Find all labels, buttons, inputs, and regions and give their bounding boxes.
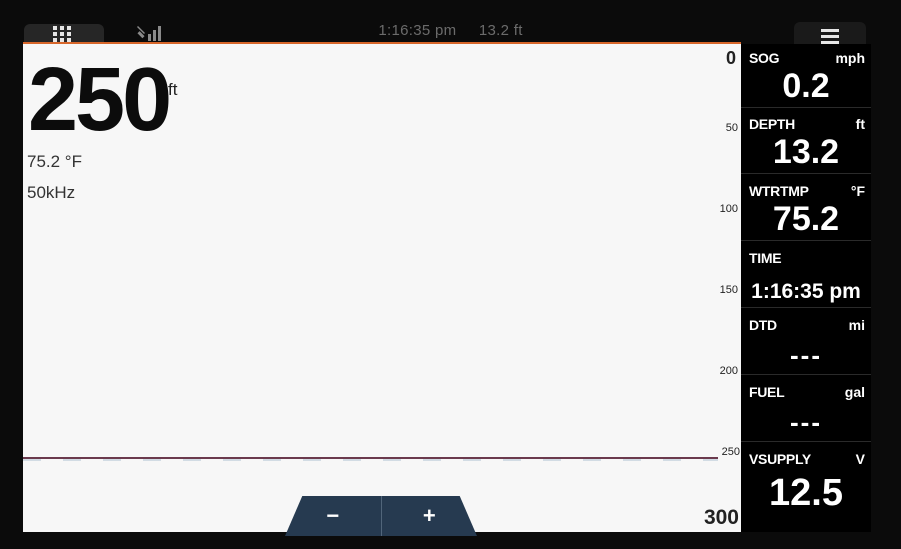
sonar-frequency: 50kHz: [27, 183, 76, 202]
cell-label: FUEL: [749, 384, 785, 400]
data-cell-fuel[interactable]: FUEL gal ---: [741, 378, 871, 442]
cell-value: ---: [790, 340, 822, 370]
data-cell-water-temp[interactable]: WTRTMP °F 75.2: [741, 177, 871, 241]
water-temperature: 75.2 °F: [27, 152, 82, 171]
data-cell-time[interactable]: TIME 1:16:35 pm: [741, 244, 871, 308]
status-time: 1:16:35 pm: [378, 22, 457, 39]
cell-value: 75.2: [772, 200, 840, 238]
hamburger-menu-icon: [821, 29, 839, 44]
data-cell-sog[interactable]: SOG mph 0.2: [741, 44, 871, 108]
cell-value: 12.5: [769, 472, 843, 514]
status-depth: 13.2 ft: [478, 22, 523, 39]
cell-value: 0.2: [782, 67, 830, 105]
cell-value: 13.2: [772, 133, 840, 171]
depth-scale-tick: 100: [719, 203, 738, 215]
depth-scale-tick: 200: [719, 365, 738, 377]
sonar-panel[interactable]: 250 ft 75.2 °F 50kHz 0 50 100 150 200 25…: [23, 42, 741, 532]
cell-unit: ft: [855, 116, 865, 132]
cell-label: DTD: [749, 317, 777, 333]
depth-scale-tick: 300: [703, 506, 739, 529]
cell-value: 1:16:35 pm: [751, 280, 861, 303]
range-unit: ft: [168, 80, 178, 99]
data-sidebar: SOG mph 0.2 DEPTH ft 13.2 WTRTMP °F 75.2…: [741, 44, 871, 532]
depth-scale-tick: 250: [721, 446, 740, 458]
status-readout: 1:16:35 pm 13.2 ft: [0, 22, 901, 39]
cell-unit: gal: [844, 384, 865, 400]
cell-value: ---: [790, 407, 822, 437]
seabed-noise-trace: [23, 459, 718, 461]
cell-label: SOG: [749, 50, 780, 66]
cell-unit: mi: [848, 317, 865, 333]
range-value: 250: [28, 50, 172, 150]
data-cell-depth[interactable]: DEPTH ft 13.2: [741, 110, 871, 174]
cell-label: WTRTMP: [749, 183, 809, 199]
depth-scale-tick: 0: [725, 48, 736, 68]
top-status-bar: 1:16:35 pm 13.2 ft: [0, 0, 901, 54]
cell-label: DEPTH: [749, 116, 795, 132]
cell-label: TIME: [749, 250, 782, 266]
cell-label: VSUPPLY: [749, 451, 811, 467]
depth-scale-tick: 50: [725, 122, 738, 134]
cell-unit: mph: [835, 50, 865, 66]
cell-unit: V: [855, 451, 865, 467]
cell-unit: °F: [850, 183, 865, 199]
data-cell-dtd[interactable]: DTD mi ---: [741, 311, 871, 375]
zoom-controls: − +: [285, 496, 477, 536]
data-cell-vsupply[interactable]: VSUPPLY V 12.5: [741, 445, 871, 517]
depth-scale-tick: 150: [719, 284, 738, 296]
